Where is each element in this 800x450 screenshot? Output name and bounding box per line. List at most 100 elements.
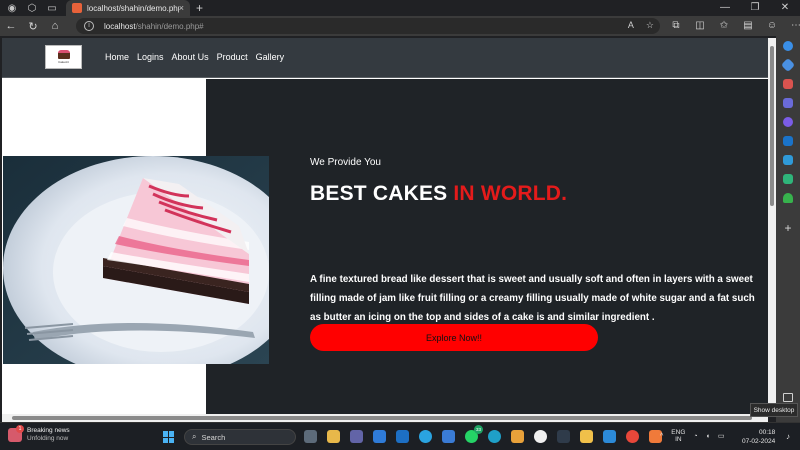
system-tray: ^ ENG IN ◔ ◖ ▭ xyxy=(660,429,724,443)
nav-about-us[interactable]: About Us xyxy=(172,52,209,62)
mail-icon[interactable] xyxy=(396,430,409,443)
browser-tab[interactable]: localhost/shahin/demo.php# × xyxy=(66,0,190,16)
workspaces-icon[interactable]: ⬡ xyxy=(24,0,40,16)
tab-actions-icon[interactable]: ▭ xyxy=(44,0,60,16)
windows-taskbar: 1 Breaking news Unfolding now ⌕ Search 3… xyxy=(0,422,800,450)
hero-headline: BEST CAKES IN WORLD. xyxy=(310,182,567,206)
lang-line1: ENG xyxy=(671,429,686,436)
folder-icon[interactable] xyxy=(580,430,593,443)
horizontal-scrollbar[interactable] xyxy=(2,414,768,422)
headline-white: BEST CAKES xyxy=(310,182,454,205)
drop-icon[interactable] xyxy=(776,150,800,169)
designer-icon[interactable] xyxy=(776,169,800,188)
volume-icon[interactable]: ◖ xyxy=(706,433,710,440)
explore-now-button[interactable]: Explore Now!! xyxy=(310,324,598,351)
news-title: Breaking news xyxy=(27,427,70,434)
teams-icon[interactable] xyxy=(350,430,363,443)
extensions-icon[interactable]: ⧉ xyxy=(666,16,686,36)
xampp-favicon-icon xyxy=(72,3,82,13)
tab-close-icon[interactable]: × xyxy=(179,3,184,13)
news-icon: 1 xyxy=(8,425,24,442)
copilot-icon[interactable] xyxy=(776,36,800,55)
vertical-scroll-thumb[interactable] xyxy=(770,46,774,206)
site-info-icon[interactable]: i xyxy=(84,21,94,31)
language-indicator[interactable]: ENG IN xyxy=(671,429,685,443)
browser-toolbar: ← ↻ ⌂ i localhost/shahin/demo.php# A ☆ ⧉… xyxy=(0,16,800,36)
horizontal-scroll-thumb[interactable] xyxy=(12,416,752,420)
wifi-icon[interactable]: ◔ xyxy=(693,433,697,440)
edge-sidebar: + xyxy=(776,36,800,422)
telegram-icon[interactable] xyxy=(419,430,432,443)
cake-image xyxy=(3,156,269,364)
clock-date: 07-02-2024 xyxy=(742,438,776,445)
clock-time: 00:18 xyxy=(758,429,776,436)
address-bar[interactable]: i localhost/shahin/demo.php# A ☆ xyxy=(76,18,660,34)
back-arrow-icon[interactable]: ← xyxy=(0,20,22,32)
site-logo[interactable]: CakeArt xyxy=(45,45,82,69)
sidebar-toggle-icon[interactable] xyxy=(783,393,793,402)
file-explorer-icon[interactable] xyxy=(327,430,340,443)
add-sidebar-app-icon[interactable]: + xyxy=(776,221,800,235)
nav-gallery[interactable]: Gallery xyxy=(256,52,285,62)
more-icon[interactable]: ⋯ xyxy=(786,16,800,36)
site-header: CakeArt Home Logins About Us Product Gal… xyxy=(2,38,768,78)
home-icon[interactable]: ⌂ xyxy=(44,20,66,32)
windows-start-icon[interactable] xyxy=(163,431,175,443)
page-viewport: CakeArt Home Logins About Us Product Gal… xyxy=(2,38,768,414)
news-badge: 1 xyxy=(16,425,24,433)
close-window-button[interactable]: ✕ xyxy=(770,0,800,16)
whatsapp-icon[interactable]: 33 xyxy=(465,425,483,443)
github-icon[interactable] xyxy=(534,430,547,443)
hero-right-panel xyxy=(206,79,768,414)
games-icon[interactable] xyxy=(776,93,800,112)
split-screen-icon[interactable]: ◫ xyxy=(690,16,710,36)
tree-icon[interactable] xyxy=(776,188,800,207)
logo-text: CakeArt xyxy=(58,60,69,64)
main-nav: Home Logins About Us Product Gallery xyxy=(105,52,292,62)
hero-eyebrow: We Provide You xyxy=(310,157,381,168)
edge-profile-icon[interactable]: ◉ xyxy=(4,0,20,16)
outlook-icon[interactable] xyxy=(776,131,800,150)
terminal-icon[interactable] xyxy=(557,430,570,443)
shopping-tag-icon[interactable] xyxy=(776,55,800,74)
git-icon[interactable] xyxy=(511,430,524,443)
nav-product[interactable]: Product xyxy=(217,52,248,62)
whatsapp-badge: 33 xyxy=(474,425,483,434)
tab-title: localhost/shahin/demo.php# xyxy=(87,3,179,13)
browser-tab-strip: ◉ ⬡ ▭ localhost/shahin/demo.php# × + — ❐… xyxy=(0,0,800,16)
news-widget[interactable]: 1 Breaking news Unfolding now xyxy=(8,425,70,443)
nav-logins[interactable]: Logins xyxy=(137,52,164,62)
vertical-scrollbar[interactable] xyxy=(768,38,776,416)
taskbar-clock[interactable]: 00:18 07-02-2024 xyxy=(742,428,775,446)
news-subtitle: Unfolding now xyxy=(27,435,69,442)
new-tab-button[interactable]: + xyxy=(196,1,203,15)
calendar-icon[interactable] xyxy=(442,430,455,443)
task-view-icon[interactable] xyxy=(304,430,317,443)
microsoft365-icon[interactable] xyxy=(776,112,800,131)
battery-icon[interactable]: ▭ xyxy=(718,432,725,440)
refresh-icon[interactable]: ↻ xyxy=(22,20,44,33)
vscode-icon[interactable] xyxy=(603,430,616,443)
nav-home[interactable]: Home xyxy=(105,52,129,62)
favorite-star-icon[interactable]: ☆ xyxy=(646,20,654,31)
store-icon[interactable] xyxy=(373,430,386,443)
profile-icon[interactable]: ☺ xyxy=(762,16,782,36)
show-desktop-tooltip: Show desktop xyxy=(750,403,798,417)
collections-icon[interactable]: ▤ xyxy=(738,16,758,36)
edge-icon[interactable] xyxy=(488,430,501,443)
address-host: localhost xyxy=(104,21,136,31)
favorites-icon[interactable]: ✩ xyxy=(714,16,734,36)
read-aloud-icon[interactable]: A xyxy=(628,20,634,31)
chrome-icon[interactable] xyxy=(626,430,639,443)
restore-button[interactable]: ❐ xyxy=(740,0,770,16)
headline-red: IN WORLD. xyxy=(453,182,568,205)
hero-description: A fine textured bread like dessert that … xyxy=(310,274,755,323)
taskbar-apps: 33 xyxy=(304,425,662,443)
taskbar-search[interactable]: ⌕ Search xyxy=(184,429,296,445)
notifications-icon[interactable]: ♪ xyxy=(786,432,790,441)
search-label: Search xyxy=(201,432,226,442)
cake-logo-icon xyxy=(57,50,70,59)
minimize-button[interactable]: — xyxy=(710,0,740,16)
tools-briefcase-icon[interactable] xyxy=(776,74,800,93)
tray-overflow-icon[interactable]: ^ xyxy=(660,433,663,440)
